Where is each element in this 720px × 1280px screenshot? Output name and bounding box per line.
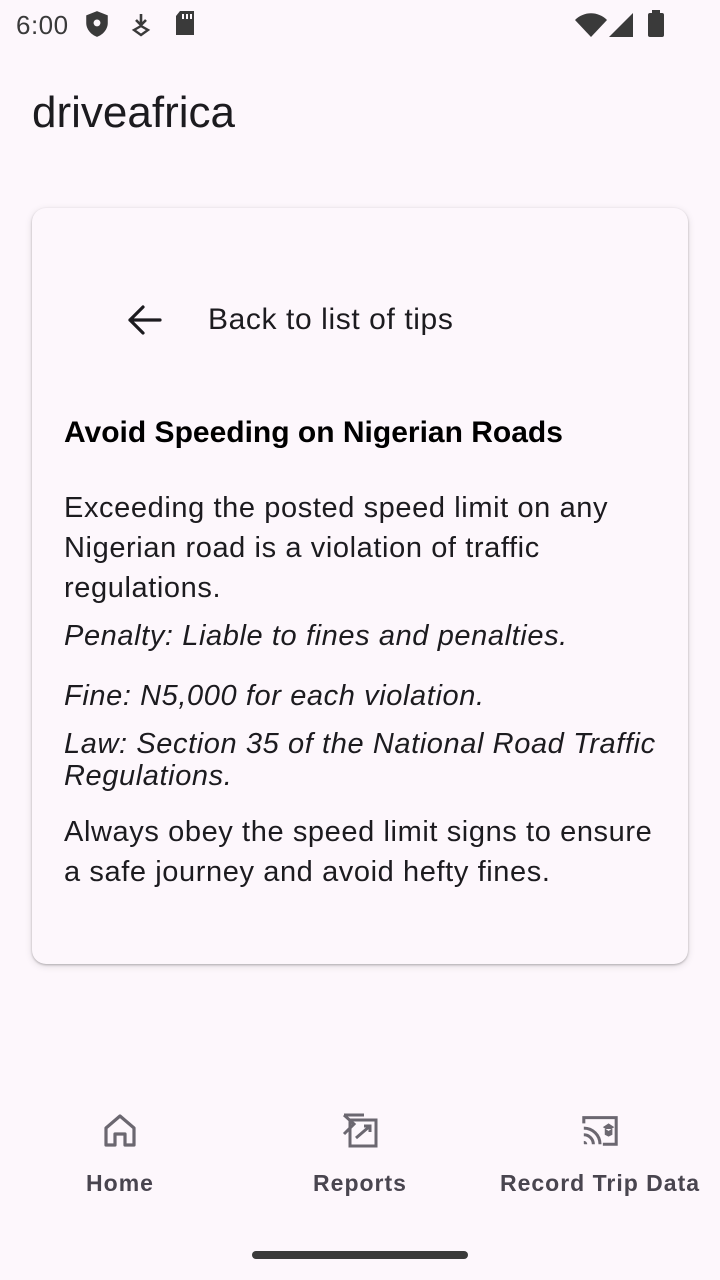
tip-card: Back to list of tips Avoid Speeding on N… bbox=[32, 208, 688, 964]
download-icon bbox=[130, 12, 152, 43]
status-bar: 6:00 bbox=[0, 0, 720, 48]
back-to-tips-button[interactable]: Back to list of tips bbox=[120, 296, 453, 344]
shield-icon bbox=[84, 10, 110, 43]
tip-fine: Fine: N5,000 for each violation. bbox=[64, 680, 485, 712]
nav-label-home[interactable]: Home bbox=[86, 1170, 154, 1197]
back-label[interactable]: Back to list of tips bbox=[208, 303, 453, 337]
bottom-navigation: Home Reports Record Trip Data bbox=[0, 1088, 720, 1228]
tip-title: Avoid Speeding on Nigerian Roads bbox=[64, 416, 563, 449]
tip-law: Law: Section 35 of the National Road Tra… bbox=[64, 728, 656, 792]
app-title: driveafrica bbox=[32, 88, 235, 137]
nav-item-reports[interactable]: Reports bbox=[240, 1088, 480, 1228]
tip-advice: Always obey the speed limit signs to ens… bbox=[64, 816, 653, 888]
sd-card-icon bbox=[174, 10, 196, 41]
nav-label-reports[interactable]: Reports bbox=[313, 1170, 407, 1197]
arrow-back-icon[interactable] bbox=[120, 296, 168, 344]
nav-item-home[interactable]: Home bbox=[0, 1088, 240, 1228]
signal-icon bbox=[608, 12, 634, 43]
nav-item-record-trip-data[interactable]: Record Trip Data bbox=[480, 1088, 720, 1228]
nav-label-record-trip-data[interactable]: Record Trip Data bbox=[500, 1170, 700, 1197]
screen: 6:00 driveafrica Back to list of tips Av… bbox=[0, 0, 720, 1280]
tip-description: Exceeding the posted speed limit on any … bbox=[64, 492, 609, 604]
wifi-icon bbox=[574, 12, 608, 43]
battery-icon bbox=[646, 10, 666, 43]
tip-penalty: Penalty: Liable to fines and penalties. bbox=[64, 620, 568, 652]
reports-icon[interactable] bbox=[340, 1110, 380, 1150]
home-icon[interactable] bbox=[100, 1110, 140, 1150]
cast-icon[interactable] bbox=[580, 1110, 620, 1150]
status-time: 6:00 bbox=[16, 10, 69, 40]
gesture-navigation-bar[interactable] bbox=[252, 1251, 468, 1259]
